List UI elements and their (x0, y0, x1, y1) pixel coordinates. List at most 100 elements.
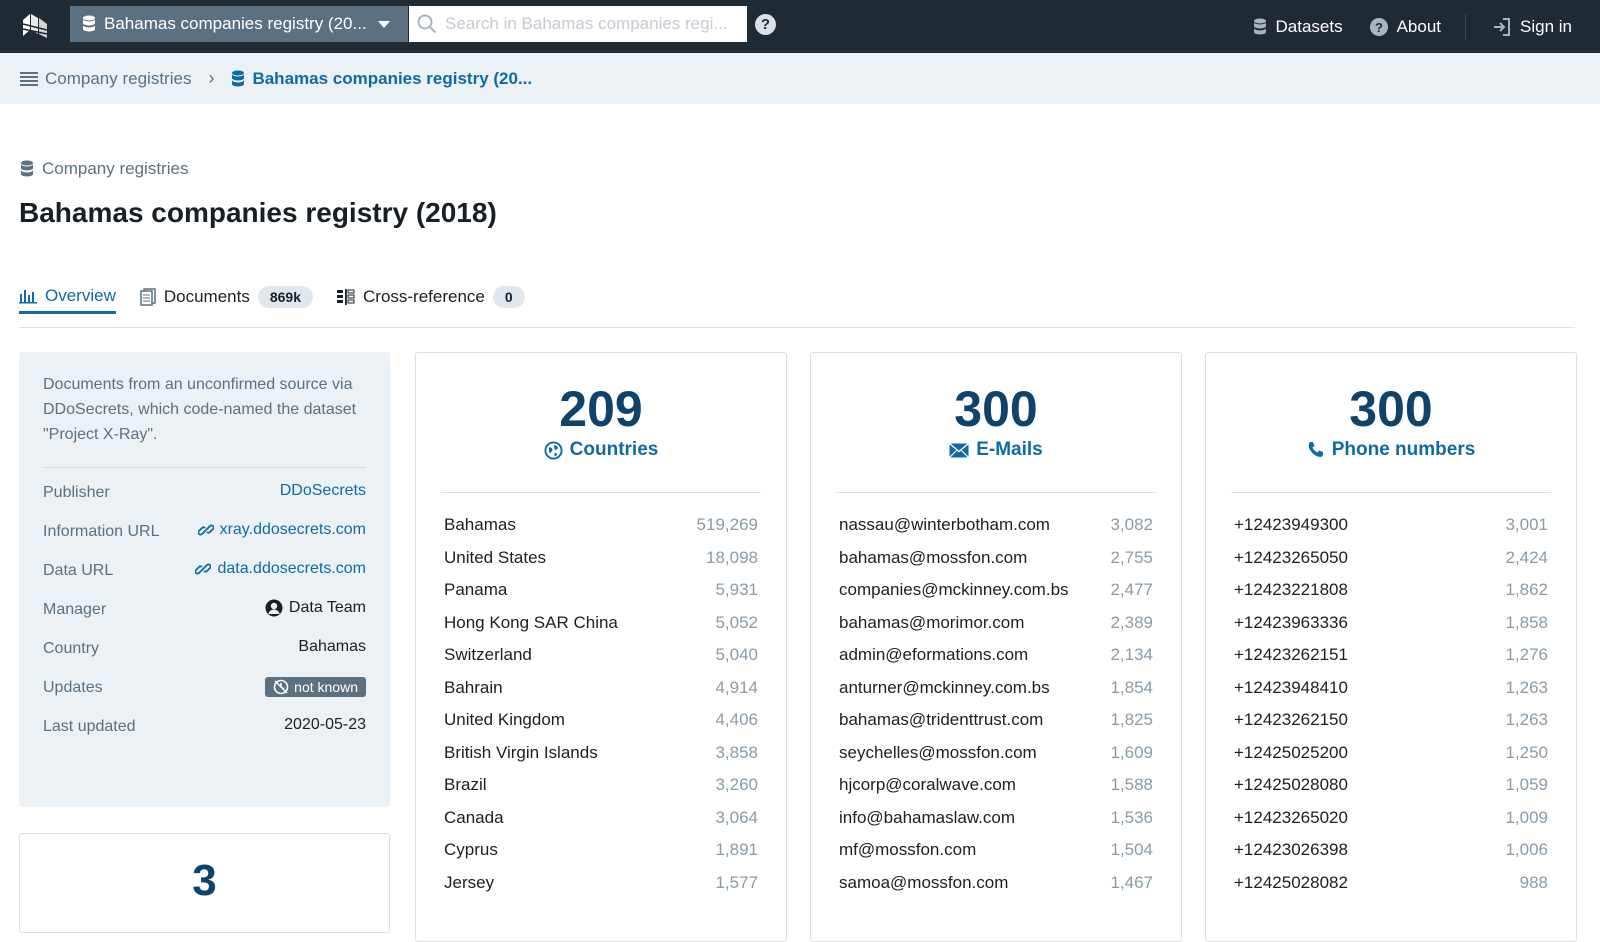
list-item[interactable]: anturner@mckinney.com.bs 1,854 (836, 672, 1156, 705)
info-row-information-url: Information URL xray.ddosecrets.com (43, 521, 366, 542)
list-item-label: anturner@mckinney.com.bs (839, 677, 1050, 697)
stat-label-text: Countries (569, 439, 659, 460)
list-item[interactable]: +12425025200 1,250 (1231, 737, 1551, 770)
list-item[interactable]: Bahrain 4,914 (441, 672, 761, 705)
list-item[interactable]: Canada 3,064 (441, 802, 761, 835)
list-item-label: +12423265050 (1234, 547, 1348, 567)
tab-cross-reference[interactable]: Cross-reference 0 (337, 280, 525, 314)
tab-overview[interactable]: Overview (19, 280, 116, 314)
data-url-link[interactable]: data.ddosecrets.com (195, 560, 366, 578)
list-item[interactable]: United Kingdom 4,406 (441, 704, 761, 737)
breadcrumb-parent[interactable]: Company registries (20, 69, 191, 89)
list-item[interactable]: +12425028080 1,059 (1231, 769, 1551, 802)
category-label: Company registries (20, 159, 188, 179)
list-item[interactable]: Panama 5,931 (441, 574, 761, 607)
list-item[interactable]: +12423963336 1,858 (1231, 607, 1551, 640)
list-item[interactable]: +12423262151 1,276 (1231, 639, 1551, 672)
list-item[interactable]: bahamas@mossfon.com 2,755 (836, 542, 1156, 575)
list-item[interactable]: United States 18,098 (441, 542, 761, 575)
help-icon[interactable]: ? (755, 14, 776, 35)
list-item-count: 1,059 (1505, 775, 1548, 794)
list-item-label: +12423949300 (1234, 515, 1348, 534)
list-item[interactable]: +12423265020 1,009 (1231, 802, 1551, 835)
stat-header[interactable]: 300 E-Mails (836, 353, 1156, 493)
breadcrumb-current[interactable]: Bahamas companies registry (20... (231, 69, 532, 89)
list-item-label: bahamas@mossfon.com (839, 547, 1028, 567)
list-item-count: 1,577 (715, 872, 758, 892)
list-item-count: 1,891 (715, 840, 758, 859)
list-item[interactable]: samoa@mossfon.com 1,467 (836, 867, 1156, 900)
list-item[interactable]: +12423948410 1,263 (1231, 672, 1551, 705)
list-item-label: +12423221808 (1234, 580, 1348, 599)
list-item[interactable]: +12423265050 2,424 (1231, 542, 1551, 575)
list-item[interactable]: companies@mckinney.com.bs 2,477 (836, 574, 1156, 607)
list-item[interactable]: +12423026398 1,006 (1231, 834, 1551, 867)
list-item-count: 5,931 (715, 580, 758, 599)
updates-badge: not known (265, 677, 366, 697)
stat-header[interactable]: 209 Countries (441, 353, 761, 493)
list-item[interactable]: British Virgin Islands 3,858 (441, 737, 761, 770)
list-item-label: Switzerland (444, 645, 532, 664)
database-icon (83, 15, 95, 32)
list-item-count: 2,424 (1505, 547, 1548, 567)
list-item-count: 1,263 (1505, 710, 1548, 729)
list-item-label: +12425028080 (1234, 775, 1348, 794)
stat-number: 300 (954, 381, 1038, 437)
collection-select-label: Bahamas companies registry (20... (104, 14, 367, 33)
list-item-label: +12423963336 (1234, 612, 1348, 632)
list-item[interactable]: Bahamas 519,269 (441, 509, 761, 542)
list-item[interactable]: info@bahamaslaw.com 1,536 (836, 802, 1156, 835)
list-item-label: +12425025200 (1234, 742, 1348, 762)
dataset-info-card: Documents from an unconfirmed source via… (19, 352, 390, 807)
database-icon (1254, 18, 1267, 34)
list-item-label: nassau@winterbotham.com (839, 515, 1050, 534)
about-label: About (1396, 16, 1442, 36)
link-icon (195, 563, 212, 575)
list-item[interactable]: +12425028082 988 (1231, 867, 1551, 900)
list-item-count: 2,477 (1110, 580, 1153, 599)
list-item[interactable]: seychelles@mossfon.com 1,609 (836, 737, 1156, 770)
list-item[interactable]: Switzerland 5,040 (441, 639, 761, 672)
list-item-count: 1,263 (1505, 677, 1548, 697)
last-updated-key: Last updated (43, 718, 136, 735)
datasets-button[interactable]: Datasets (1253, 17, 1343, 37)
search-input[interactable] (445, 14, 735, 34)
app-logo-icon[interactable] (20, 10, 50, 40)
summary-card[interactable]: 3 (19, 833, 390, 933)
list-item-count: 1,006 (1505, 840, 1548, 859)
list-item[interactable]: hjcorp@coralwave.com 1,588 (836, 769, 1156, 802)
list-item[interactable]: mf@mossfon.com 1,504 (836, 834, 1156, 867)
stat-label: Countries (441, 439, 761, 461)
log-in-icon (1494, 17, 1511, 36)
list-item-label: companies@mckinney.com.bs (839, 580, 1069, 599)
publisher-link[interactable]: DDoSecrets (280, 482, 366, 500)
collection-select[interactable]: Bahamas companies registry (20... (70, 6, 408, 42)
list-item[interactable]: nassau@winterbotham.com 3,082 (836, 509, 1156, 542)
manager-value: Data Team (265, 599, 366, 617)
list-item[interactable]: Hong Kong SAR China 5,052 (441, 607, 761, 640)
list-item[interactable]: bahamas@tridenttrust.com 1,825 (836, 704, 1156, 737)
list-item-label: +12423026398 (1234, 840, 1348, 859)
svg-text:?: ? (1375, 20, 1383, 35)
list-item[interactable]: +12423949300 3,001 (1231, 509, 1551, 542)
list-item[interactable]: Cyprus 1,891 (441, 834, 761, 867)
list-item-count: 4,914 (715, 677, 758, 697)
list-item[interactable]: +12423221808 1,862 (1231, 574, 1551, 607)
list-item-label: Brazil (444, 775, 487, 794)
stat-header[interactable]: 300 Phone numbers (1231, 353, 1551, 493)
list-item[interactable]: bahamas@morimor.com 2,389 (836, 607, 1156, 640)
country-key: Country (43, 640, 100, 657)
search-box (409, 6, 747, 42)
tab-documents[interactable]: Documents 869k (140, 280, 313, 314)
list-item[interactable]: +12423262150 1,263 (1231, 704, 1551, 737)
list-item[interactable]: Brazil 3,260 (441, 769, 761, 802)
signin-button[interactable]: Sign in (1492, 17, 1572, 37)
list-item-count: 5,040 (715, 645, 758, 664)
phone-icon (1308, 442, 1323, 457)
list-item[interactable]: Jersey 1,577 (441, 867, 761, 900)
divider (43, 467, 366, 468)
list-item[interactable]: admin@eformations.com 2,134 (836, 639, 1156, 672)
tab-documents-count: 869k (257, 286, 313, 308)
information-url-link[interactable]: xray.ddosecrets.com (197, 521, 366, 539)
about-button[interactable]: ? About (1369, 17, 1441, 37)
